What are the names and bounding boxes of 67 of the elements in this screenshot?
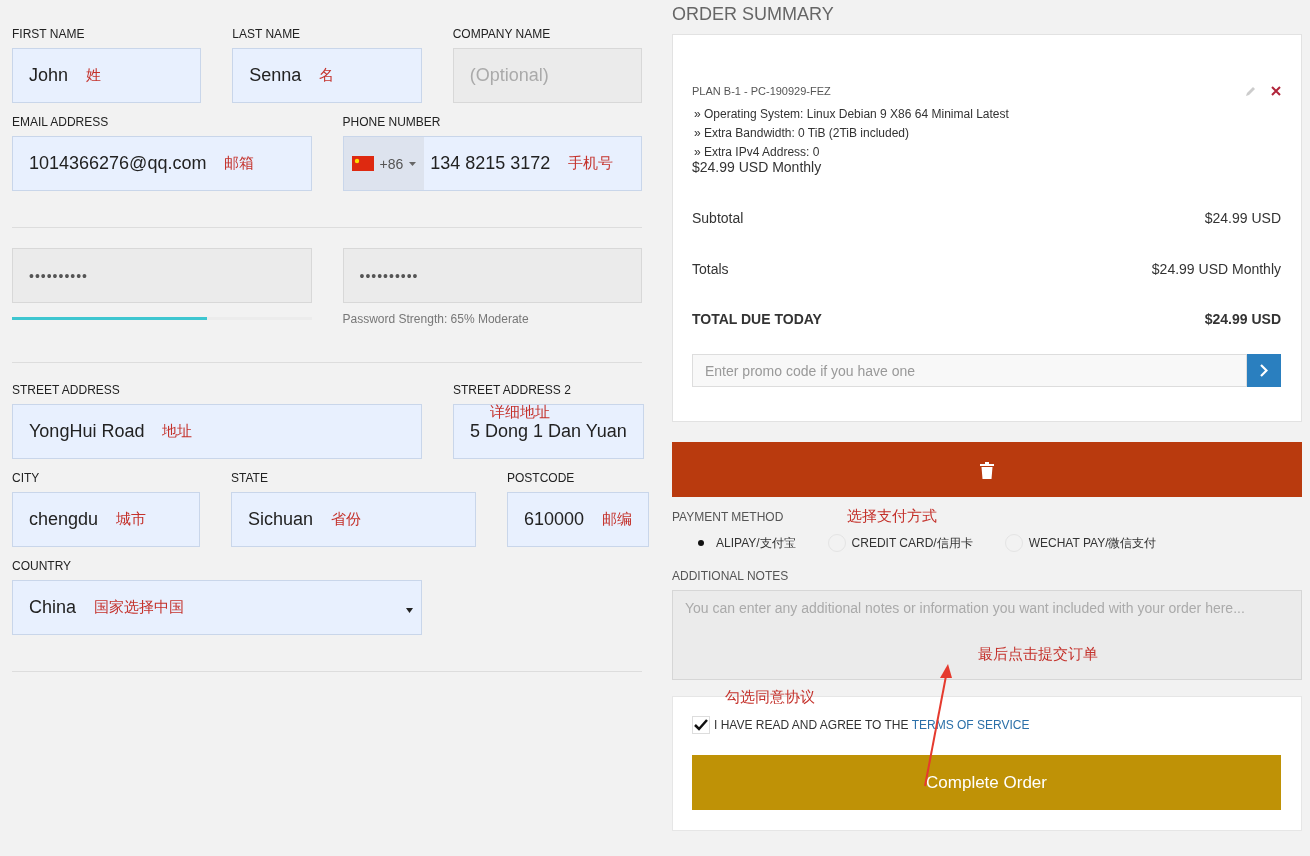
annotation-text: 省份 [331, 510, 362, 529]
annotation-text: 手机号 [568, 154, 614, 173]
apply-promo-button[interactable] [1247, 354, 1281, 387]
password-field[interactable]: •••••••••• [342, 248, 642, 303]
annotation-text: 最后点击提交订单 [978, 645, 1098, 664]
input-field[interactable]: +86 134 8215 3172 手机号 [342, 136, 642, 191]
caret-icon [406, 608, 413, 613]
annotation-text: 国家选择中国 [94, 598, 185, 617]
total-value: $24.99 USD [1204, 311, 1281, 327]
annotation-text: 名 [319, 66, 335, 85]
field-label: COUNTRY [12, 559, 73, 573]
total-value: $24.99 USD [1204, 210, 1281, 226]
promo-field[interactable]: Enter promo code if you have one [692, 354, 1247, 387]
annotation-text: 姓 [86, 66, 102, 85]
plan-name: PLAN B-1 - PC-190929-FEZ [692, 85, 831, 97]
country-code-selector[interactable]: +86 [343, 137, 425, 190]
field-label: FIRST NAME [12, 27, 86, 41]
input-field[interactable]: 详细地址 5 Dong 1 Dan Yuan [453, 404, 644, 459]
field-label: COMPANY NAME [452, 27, 552, 41]
total-value: $24.99 USD Monthly [1151, 261, 1281, 277]
plan-feature: » Extra IPv4 Address: 0 [694, 144, 821, 161]
annotation-text: 邮编 [602, 510, 633, 529]
annotation-text: 详细地址 [490, 403, 550, 422]
input-field[interactable]: chengdu 城市 [12, 492, 200, 547]
field-label: PHONE NUMBER [342, 115, 442, 129]
field-label: STREET ADDRESS 2 [453, 383, 572, 397]
field-label: STREET ADDRESS [12, 383, 121, 397]
payment-option[interactable]: WECHAT PAY/微信支付 [1004, 534, 1157, 552]
notes-field[interactable]: You can enter any additional notes or information you want included with your order here... 最后点击提交订单 [672, 590, 1302, 680]
total-label: Subtotal [692, 210, 744, 226]
input-field[interactable]: John 姓 [12, 48, 202, 103]
input-field[interactable]: 1014366276@qq.com 邮箱 [12, 136, 312, 191]
input-field[interactable]: 610000 邮编 [507, 492, 650, 547]
field-label: EMAIL ADDRESS [12, 115, 110, 129]
total-label: TOTAL DUE TODAY [692, 311, 822, 327]
plan-feature: » Operating System: Linux Debian 9 X86 64 Minimal Latest [694, 106, 1010, 123]
payment-option[interactable]: ALIPAY/支付宝 [692, 534, 796, 552]
field-label: LAST NAME [232, 27, 302, 41]
total-label: Totals [692, 261, 729, 277]
field-label: STATE [231, 471, 269, 485]
payment-option[interactable]: CREDIT CARD/信用卡 [827, 534, 973, 552]
field-label: PAYMENT METHOD [672, 509, 784, 524]
input-field[interactable]: Sichuan 省份 [231, 492, 476, 547]
trash-icon [979, 460, 995, 479]
section-title: ORDER SUMMARY [672, 4, 835, 25]
plan-feature: » Extra Bandwidth: 0 TiB (2TiB included) [694, 125, 910, 142]
country-select[interactable]: China 国家选择中国 [12, 580, 422, 635]
annotation-text: 勾选同意协议 [725, 688, 815, 707]
annotation-text: 邮箱 [224, 154, 255, 173]
field-label: POSTCODE [507, 471, 576, 485]
field-label: ADDITIONAL NOTES [672, 569, 790, 583]
plan-price: $24.99 USD Monthly [692, 159, 823, 175]
input-field[interactable]: YongHui Road 地址 [12, 404, 422, 459]
field-label: CITY [12, 471, 41, 485]
checkbox[interactable] [692, 716, 710, 734]
chevron-icon [1260, 364, 1268, 377]
strength-text: Password Strength: 65% Moderate [342, 312, 530, 326]
password-field[interactable]: •••••••••• [12, 248, 312, 303]
annotation-text: 城市 [116, 510, 147, 529]
close-icon[interactable] [1271, 86, 1281, 96]
country-code: +86 [379, 155, 404, 172]
check-icon [694, 719, 708, 731]
caret-icon [409, 161, 417, 166]
annotation-text: 选择支付方式 [847, 507, 938, 526]
input-field[interactable]: Senna 名 [232, 48, 422, 103]
annotation-text: 地址 [162, 422, 193, 441]
flag-icon [351, 156, 374, 171]
